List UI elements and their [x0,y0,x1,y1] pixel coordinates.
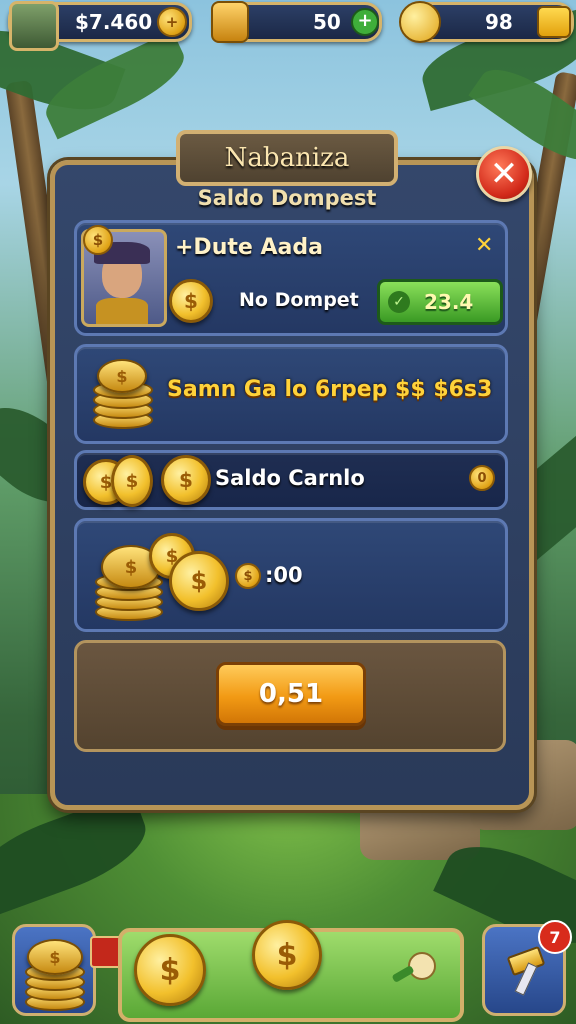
reward-text: Samn Ga lo 6rpep $$ $6s3 [167,377,493,402]
bottom-progress-bar[interactable]: $ $ [118,920,464,1022]
coin-icon: $ [169,551,229,611]
hammer-icon [503,945,547,996]
coin-card[interactable]: $ $ $ $ :00 [74,518,508,632]
add-gems-button[interactable]: + [351,8,379,36]
coin-stack-icon: $ [93,359,153,429]
profile-card: $ +Dute Aada ✕ $ No Dompet ✓ 23.4 [74,220,508,336]
coins-shop-button[interactable]: $ [12,924,96,1016]
gems-value: 50 [313,10,341,34]
coin-row-value: :00 [265,563,303,587]
close-profile-icon[interactable]: ✕ [475,233,493,258]
coin-stack-icon: $ [25,939,85,1011]
coins-value: $7.460 [75,10,153,34]
avatar[interactable] [9,1,59,51]
coin-icon: $ [169,279,213,323]
balance-value-box[interactable]: ✓ 23.4 [377,279,503,325]
coin-icon: $ [111,455,153,507]
gems-counter: 50 + [211,1,382,43]
saldo-value-icon: 0 [469,465,495,491]
balance-value: 23.4 [424,290,474,314]
gold-counter: 98 [399,1,574,43]
reward-card[interactable]: $ Samn Ga lo 6rpep $$ $6s3 [74,344,508,444]
action-button[interactable]: 0,51 [216,662,366,726]
key-icon [391,952,436,983]
dialog-subtitle: Saldo Dompest [197,186,377,210]
coin-icon: $ [252,920,322,990]
saldo-row[interactable]: $ $ $ Saldo Carnlo 0 [74,450,508,510]
coin-icon: $ [134,934,206,1006]
balance-label: No Dompet [239,289,359,311]
gold-value: 98 [485,10,513,34]
gem-icon [211,1,249,43]
dialog-title: Nabaniza [176,130,398,186]
add-gold-button[interactable] [537,6,571,38]
coins-counter: $7.460 + [8,1,192,51]
coin-icon[interactable]: + [157,7,187,37]
gold-icon [399,1,441,43]
player-name: +Dute Aada [175,235,323,260]
notification-badge: 7 [538,920,572,954]
leaf-icon: ✓ [388,291,410,313]
saldo-label: Saldo Carnlo [215,466,365,490]
level-badge-icon: $ [83,225,113,255]
coin-icon: $ [161,455,211,505]
timer-coin-icon: $ [235,563,261,589]
